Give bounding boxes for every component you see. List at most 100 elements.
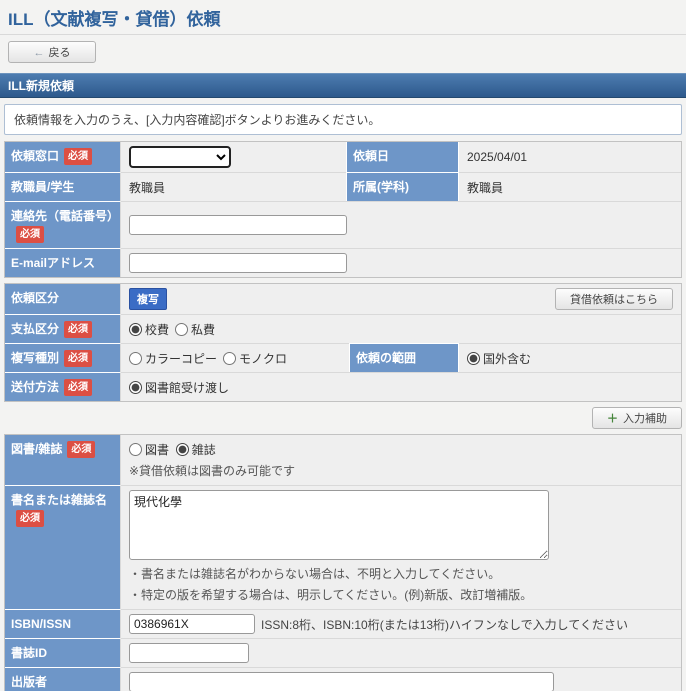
material-option-book[interactable]: 図書 [129,443,169,457]
affiliation-cell: 教職員 [459,173,681,201]
field-label-material: 図書/雑誌必須 [5,435,121,485]
material-option-journal[interactable]: 雑誌 [176,443,216,457]
title-cell: 現代化學 ・書名または雑誌名がわからない場合は、不明と入力してください。 ・特定… [121,486,681,609]
biblio-id-input[interactable] [129,643,249,663]
title-textarea[interactable]: 現代化學 [129,490,549,560]
lending-request-button[interactable]: 貸借依頼はこちら [555,288,673,310]
staff-student-cell: 教職員 [121,173,346,201]
request-category-table: 依頼区分 複写 貸借依頼はこちら 支払区分必須 校費 私費 複写種別必須 カラー… [4,283,682,402]
category-copy-badge[interactable]: 複写 [129,288,167,310]
request-window-cell [121,142,346,172]
publisher-row: 出版者 [5,667,681,691]
delivery-row: 送付方法必須 図書館受け渡し [5,372,681,401]
request-date-cell: 2025/04/01 [459,142,681,172]
payment-radio-private[interactable] [175,323,188,336]
field-label-request-window: 依頼窓口必須 [5,142,121,172]
phone-input[interactable] [129,215,347,235]
required-badge: 必須 [64,379,92,396]
copy-type-option-color[interactable]: カラーコピー [129,350,217,367]
staff-student-value: 教職員 [129,179,165,196]
material-radio-book[interactable] [129,443,142,456]
isbn-hint: ISSN:8桁、ISBN:10桁(または13桁)ハイフンなしで入力してください [261,616,628,633]
payment-cell: 校費 私費 [121,315,681,343]
input-assist-button[interactable]: ＋ 入力補助 [592,407,682,429]
publisher-input[interactable] [129,672,554,691]
title-divider [0,34,686,35]
request-window-select[interactable] [129,146,231,168]
material-cell: 図書 雑誌 ※貸借依頼は図書のみ可能です [121,435,681,485]
email-cell [121,249,681,277]
biblio-id-row: 書誌ID [5,638,681,667]
field-label-request-date: 依頼日 [346,142,459,172]
plus-icon: ＋ [607,413,618,425]
title-note-2: ・特定の版を希望する場合は、明示してください。(例)新版、改訂増補版。 [129,584,673,605]
category-row: 依頼区分 複写 貸借依頼はこちら [5,284,681,314]
biblio-id-cell [121,639,681,667]
basic-info-table: 依頼窓口必須 依頼日 2025/04/01 教職員/学生 教職員 所属(学科) … [4,141,682,278]
email-input[interactable] [129,253,347,273]
scope-cell: 国外含む [459,344,681,372]
back-row: ← 戻る [0,39,686,69]
page-title: ILL（文献複写・貸借）依頼 [0,0,686,34]
material-row: 図書/雑誌必須 図書 雑誌 ※貸借依頼は図書のみ可能です [5,435,681,485]
info-message: 依頼情報を入力のうえ、[入力内容確認]ボタンよりお進みください。 [4,104,682,135]
material-radio-journal[interactable] [176,443,189,456]
phone-row: 連絡先（電話番号）必須 [5,201,681,248]
biblio-table: 図書/雑誌必須 図書 雑誌 ※貸借依頼は図書のみ可能です 書名または雑誌名 必須… [4,434,682,691]
field-label-category: 依頼区分 [5,284,121,314]
payment-radio-public[interactable] [129,323,142,336]
payment-row: 支払区分必須 校費 私費 [5,314,681,343]
field-label-biblio-id: 書誌ID [5,638,121,667]
field-label-delivery: 送付方法必須 [5,372,121,401]
copy-type-cell: カラーコピー モノクロ [121,344,349,372]
field-label-scope: 依頼の範囲 [349,343,459,372]
input-assist-row: ＋ 入力補助 [0,402,686,429]
payment-option-public[interactable]: 校費 [129,321,169,338]
email-row: E-mailアドレス [5,248,681,277]
staff-student-row: 教職員/学生 教職員 所属(学科) 教職員 [5,172,681,201]
back-button-label: 戻る [49,47,71,59]
payment-option-private[interactable]: 私費 [175,321,215,338]
isbn-cell: ISSN:8桁、ISBN:10桁(または13桁)ハイフンなしで入力してください [121,610,681,638]
field-label-email: E-mailアドレス [5,248,121,277]
category-cell: 複写 貸借依頼はこちら [121,284,681,314]
isbn-input[interactable] [129,614,255,634]
field-label-isbn: ISBN/ISSN [5,609,121,638]
field-label-phone: 連絡先（電話番号）必須 [5,201,121,248]
material-note: ※貸借依頼は図書のみ可能です [129,460,673,481]
copy-type-row: 複写種別必須 カラーコピー モノクロ 依頼の範囲 国外含む [5,343,681,372]
field-label-payment: 支払区分必須 [5,314,121,343]
title-note-1: ・書名または雑誌名がわからない場合は、不明と入力してください。 [129,563,673,584]
ill-request-page: ILL（文献複写・貸借）依頼 ← 戻る ILL新規依頼 依頼情報を入力のうえ、[入… [0,0,686,691]
input-assist-label: 入力補助 [623,413,667,425]
copy-type-radio-color[interactable] [129,352,142,365]
publisher-cell [121,668,681,691]
delivery-option-library[interactable]: 図書館受け渡し [129,379,229,396]
scope-option-overseas[interactable]: 国外含む [467,350,531,367]
field-label-affiliation: 所属(学科) [346,172,459,201]
material-options: 図書 雑誌 [129,439,673,460]
phone-cell [121,202,681,248]
scope-radio-overseas[interactable] [467,352,480,365]
field-label-copy-type: 複写種別必須 [5,343,121,372]
copy-type-radio-mono[interactable] [223,352,236,365]
back-arrow-icon: ← [34,47,45,59]
affiliation-value: 教職員 [467,179,503,196]
delivery-radio-library[interactable] [129,381,142,394]
request-date-value: 2025/04/01 [467,150,527,164]
field-label-staff-student: 教職員/学生 [5,172,121,201]
copy-type-option-mono[interactable]: モノクロ [223,350,287,367]
required-badge: 必須 [16,226,44,243]
required-badge: 必須 [16,510,44,527]
required-badge: 必須 [64,321,92,338]
field-label-publisher: 出版者 [5,667,121,691]
required-badge: 必須 [64,148,92,165]
isbn-row: ISBN/ISSN ISSN:8桁、ISBN:10桁(または13桁)ハイフンなし… [5,609,681,638]
field-label-title: 書名または雑誌名 必須 [5,485,121,609]
required-badge: 必須 [64,350,92,367]
required-badge: 必須 [67,441,95,458]
request-window-row: 依頼窓口必須 依頼日 2025/04/01 [5,142,681,172]
section-header: ILL新規依頼 [0,73,686,98]
back-button[interactable]: ← 戻る [8,41,96,63]
title-row: 書名または雑誌名 必須 現代化學 ・書名または雑誌名がわからない場合は、不明と入… [5,485,681,609]
